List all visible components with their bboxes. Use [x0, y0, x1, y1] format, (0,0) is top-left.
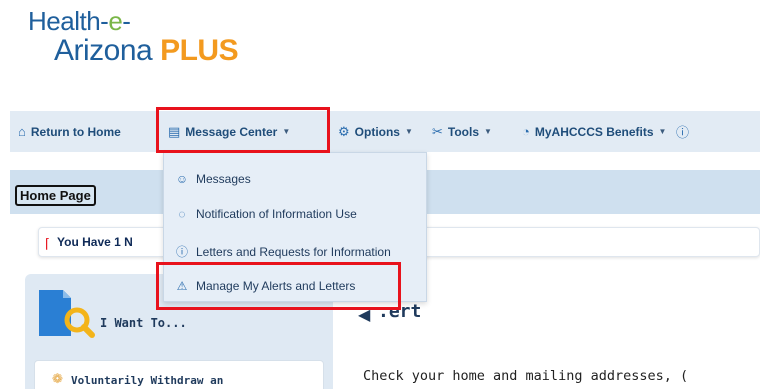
i-want-to-title: I Want To...	[100, 316, 187, 330]
alert-section-title: .ert	[378, 301, 422, 322]
benefits-icon: ◔	[522, 124, 530, 139]
logo-line-2: Arizona PLUS	[54, 34, 239, 67]
chevron-down-icon: ▼	[404, 127, 413, 136]
menu-item-manage-my-alerts-and-letters[interactable]: ⚠ Manage My Alerts and Letters	[174, 279, 356, 293]
home-page-title[interactable]: Home Page	[15, 185, 96, 206]
main-nav: ⌂ Return to Home ▤ Message Center ▼ ⚙ Op…	[10, 111, 760, 152]
gear-icon: ⚙	[338, 123, 350, 139]
nav-myahcccs-benefits[interactable]: ◔ MyAHCCCS Benefits ▼	[516, 111, 676, 152]
notification-text: You Have 1 N	[57, 235, 133, 249]
menu-item-label: Notification of Information Use	[196, 207, 357, 221]
menu-item-letters-and-requests[interactable]: ⓘ Letters and Requests for Information	[174, 243, 391, 260]
help-icon: ⓘ	[676, 125, 690, 140]
menu-item-label: Letters and Requests for Information	[196, 244, 391, 259]
menu-item-messages[interactable]: ☺ Messages	[174, 172, 251, 186]
logo-line-1: Health-e-	[28, 6, 131, 36]
speech-bubble-icon: ◌	[178, 207, 186, 221]
nav-help[interactable]: ⓘ	[676, 111, 693, 152]
logo: Health-e- Arizona PLUS	[28, 6, 239, 67]
document-search-icon	[39, 290, 95, 338]
tools-icon: ✂	[432, 123, 443, 139]
message-center-dropdown: ☺ Messages ◌ Notification of Information…	[163, 152, 427, 302]
alert-icon: ◀	[358, 307, 371, 324]
menu-item-label: Messages	[196, 172, 251, 186]
voluntarily-withdraw-card[interactable]: ❁ Voluntarily Withdraw an	[34, 360, 324, 389]
home-icon: ⌂	[18, 124, 26, 139]
alert-body-text: Check your home and mailing addresses, (	[363, 368, 689, 384]
nav-return-home-label: Return to Home	[30, 124, 121, 139]
flag-icon: ⌈	[45, 236, 51, 251]
voluntarily-withdraw-label: Voluntarily Withdraw an	[71, 374, 224, 387]
nav-tools[interactable]: ✂ Tools ▼	[426, 111, 516, 152]
chevron-down-icon: ▼	[282, 127, 291, 136]
message-icon: ▤	[168, 123, 181, 139]
warning-triangle-icon: ⚠	[176, 279, 188, 293]
menu-item-label: Manage My Alerts and Letters	[196, 279, 356, 293]
nav-message-center[interactable]: ▤ Message Center ▼	[160, 111, 330, 152]
menu-item-notification-of-information-use[interactable]: ◌ Notification of Information Use	[174, 207, 357, 221]
nav-message-center-label: Message Center	[185, 124, 278, 139]
nav-tools-label: Tools	[447, 124, 480, 139]
chevron-down-icon: ▼	[658, 127, 667, 136]
nav-options[interactable]: ⚙ Options ▼	[330, 111, 426, 152]
chevron-down-icon: ▼	[484, 127, 492, 136]
gear-icon: ❁	[52, 371, 63, 386]
info-circle-icon: ⓘ	[175, 245, 188, 259]
nav-return-home[interactable]: ⌂ Return to Home	[10, 111, 160, 152]
nav-options-label: Options	[354, 124, 400, 139]
messages-icon: ☺	[175, 172, 189, 186]
nav-myahcccs-label: MyAHCCCS Benefits	[534, 124, 654, 139]
